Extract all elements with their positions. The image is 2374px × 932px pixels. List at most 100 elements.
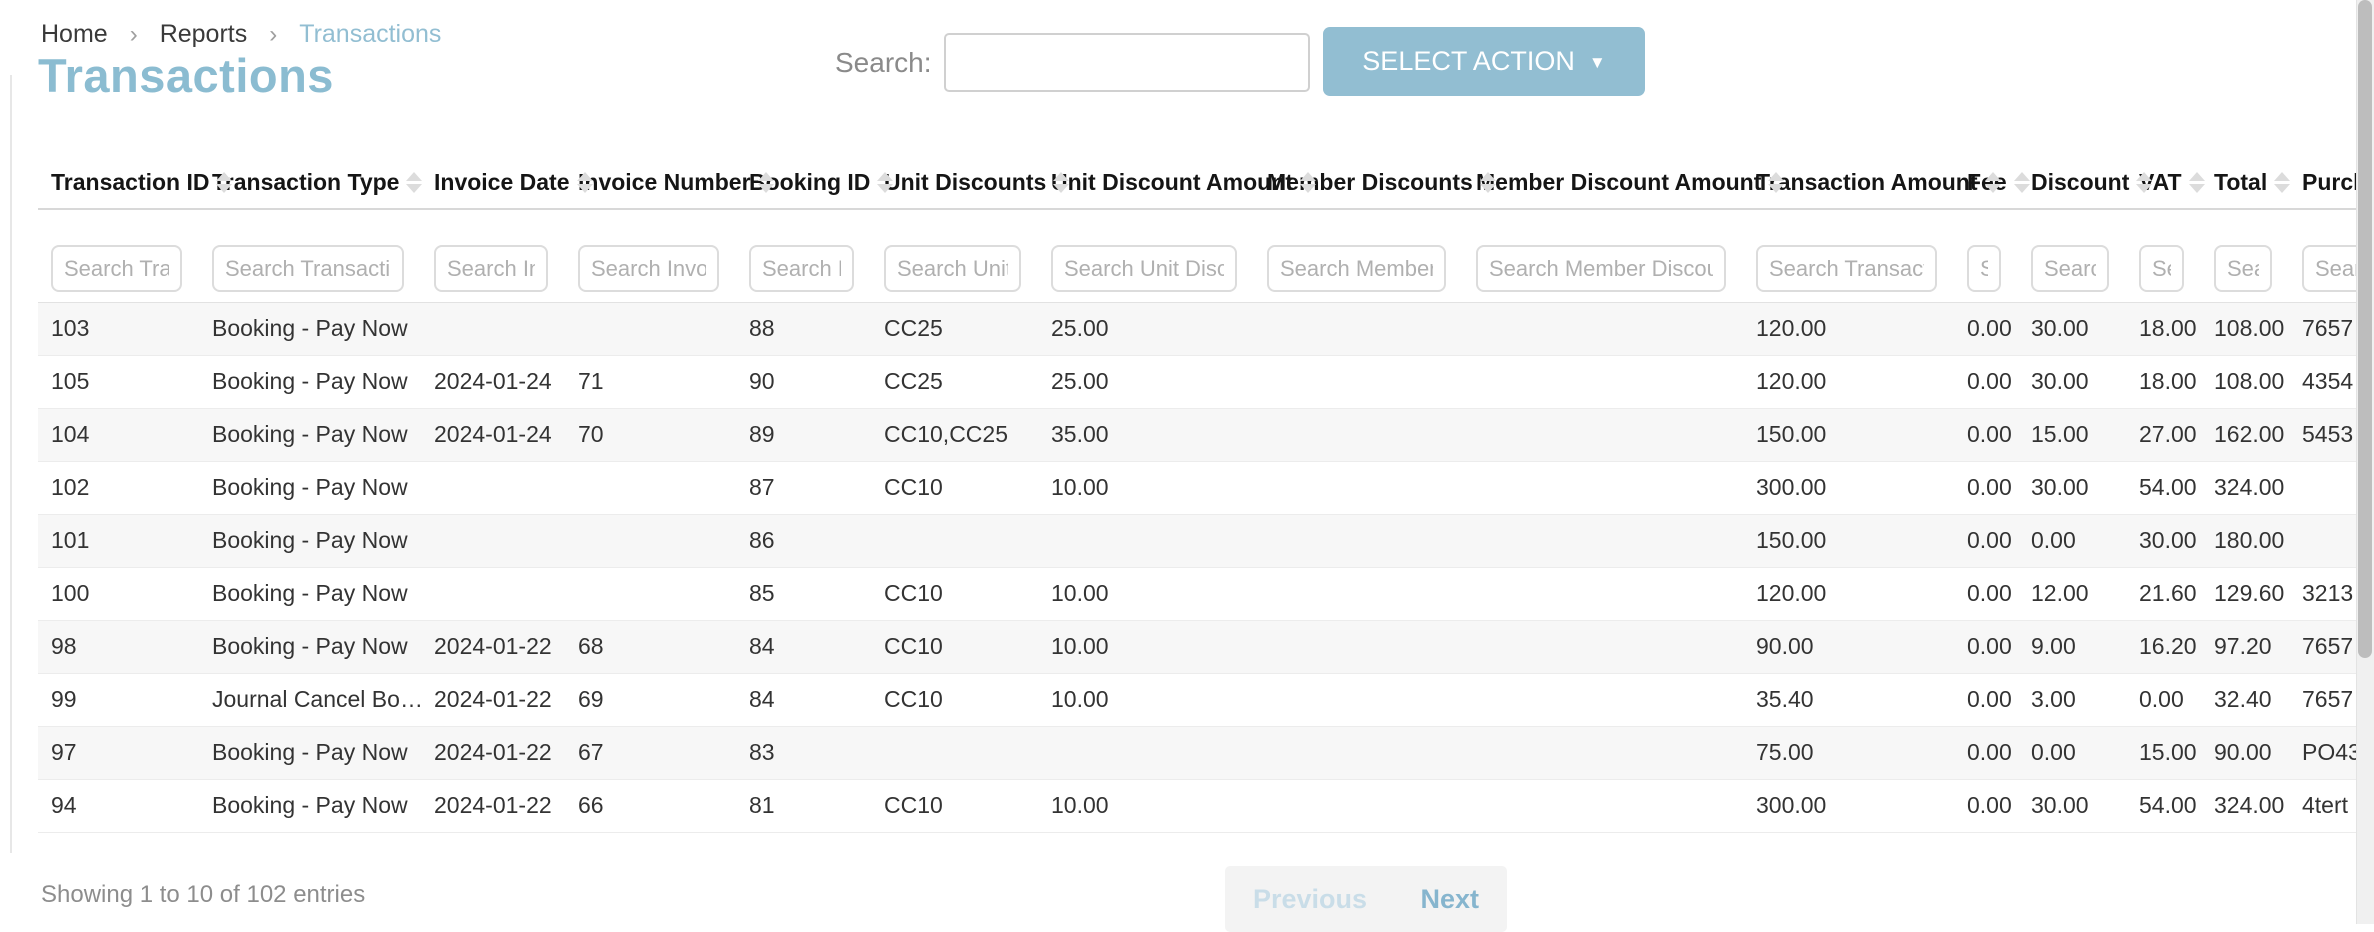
table-cell: 18.00 [2139,355,2214,408]
table-cell: 67 [578,726,749,779]
column-header-label: Unit Discount Amount [1051,169,1293,195]
table-cell: 120.00 [1756,567,1967,620]
filter-input-member-discount-amount[interactable] [1476,245,1726,292]
column-header-transaction-id[interactable]: Transaction ID [38,156,212,209]
table-row[interactable]: 98Booking - Pay Now2024-01-226884CC1010.… [38,620,2356,673]
table-cell: CC10 [884,620,1051,673]
table-cell: 129.60 [2214,567,2302,620]
filter-input-discount[interactable] [2031,245,2109,292]
search-input[interactable] [944,33,1310,92]
table-cell: 54.00 [2139,779,2214,832]
breadcrumb-home[interactable]: Home [41,20,108,49]
column-header-label: Transaction Type [212,169,399,195]
table-cell: 4354 [2302,355,2356,408]
table-cell: 21.60 [2139,567,2214,620]
vertical-scrollbar-thumb[interactable] [2358,0,2372,658]
filter-input-unit-discount-amount[interactable] [1051,245,1237,292]
column-header-invoice-number[interactable]: Invoice Number [578,156,749,209]
table-cell [578,567,749,620]
table-cell: 83 [749,726,884,779]
table-cell [1476,620,1756,673]
filter-input-member-discounts[interactable] [1267,245,1446,292]
column-header-transaction-type[interactable]: Transaction Type [212,156,434,209]
breadcrumb-separator-icon: › [130,21,138,49]
table-cell [1267,567,1476,620]
filter-input-transaction-id[interactable] [51,245,182,292]
table-cell: CC10,CC25 [884,408,1051,461]
column-header-invoice-date[interactable]: Invoice Date [434,156,578,209]
filter-cell [2139,209,2214,302]
table-row[interactable]: 97Booking - Pay Now2024-01-22678375.000.… [38,726,2356,779]
table-row[interactable]: 101Booking - Pay Now86150.000.000.0030.0… [38,514,2356,567]
table-cell: 5453 [2302,408,2356,461]
filter-input-invoice-date[interactable] [434,245,548,292]
column-header-member-discount-amount[interactable]: Member Discount Amount [1476,156,1756,209]
column-header-total[interactable]: Total [2214,156,2302,209]
sort-icon [1480,172,1497,193]
filter-input-invoice-number[interactable] [578,245,719,292]
table-row[interactable]: 105Booking - Pay Now2024-01-247190CC2525… [38,355,2356,408]
table-cell: 98 [38,620,212,673]
table-cell: 70 [578,408,749,461]
table-cell: Booking - Pay Now [212,567,434,620]
column-header-discount[interactable]: Discount [2031,156,2139,209]
table-cell [578,302,749,355]
table-row[interactable]: 102Booking - Pay Now87CC1010.00300.000.0… [38,461,2356,514]
column-header-purchase[interactable]: Purchase [2302,156,2356,209]
column-header-transaction-amount[interactable]: Transaction Amount [1756,156,1967,209]
table-cell: 3213 [2302,567,2356,620]
sort-icon [406,172,423,193]
filter-input-fee[interactable] [1967,245,2001,292]
breadcrumb-transactions[interactable]: Transactions [299,20,441,49]
filter-cell [749,209,884,302]
filter-input-purchase[interactable] [2302,245,2356,292]
select-action-button[interactable]: SELECT ACTION ▼ [1323,27,1645,96]
table-cell: 71 [578,355,749,408]
filter-input-vat[interactable] [2139,245,2184,292]
column-header-member-discounts[interactable]: Member Discounts [1267,156,1476,209]
table-row[interactable]: 100Booking - Pay Now85CC1010.00120.000.0… [38,567,2356,620]
filter-input-transaction-amount[interactable] [1756,245,1937,292]
table-cell [1476,461,1756,514]
filter-input-unit-discounts[interactable] [884,245,1021,292]
previous-page-button[interactable]: Previous [1253,884,1367,915]
table-cell [434,461,578,514]
filter-cell [884,209,1051,302]
table-cell: 102 [38,461,212,514]
table-cell: 27.00 [2139,408,2214,461]
table-cell: 9.00 [2031,620,2139,673]
filter-input-booking-id[interactable] [749,245,854,292]
column-header-unit-discount-amount[interactable]: Unit Discount Amount [1051,156,1267,209]
entries-summary: Showing 1 to 10 of 102 entries [41,881,365,909]
column-header-label: Purchase [2302,169,2356,195]
table-cell: 4tert [2302,779,2356,832]
table-row[interactable]: 103Booking - Pay Now88CC2525.00120.000.0… [38,302,2356,355]
table-row[interactable]: 104Booking - Pay Now2024-01-247089CC10,C… [38,408,2356,461]
filter-cell [38,209,212,302]
table-row[interactable]: 94Booking - Pay Now2024-01-226681CC1010.… [38,779,2356,832]
filter-input-transaction-type[interactable] [212,245,404,292]
filter-cell [434,209,578,302]
filter-input-total[interactable] [2214,245,2272,292]
table-cell: 2024-01-22 [434,779,578,832]
table-cell: 89 [749,408,884,461]
table-filter-row [38,209,2356,302]
table-cell: 2024-01-22 [434,620,578,673]
filter-cell [2214,209,2302,302]
table-cell: 0.00 [1967,355,2031,408]
table-cell: Booking - Pay Now [212,408,434,461]
table-cell: 16.20 [2139,620,2214,673]
next-page-button[interactable]: Next [1420,884,1479,915]
table-cell: 25.00 [1051,302,1267,355]
table-cell: 0.00 [1967,302,2031,355]
table-cell: 86 [749,514,884,567]
breadcrumb-reports[interactable]: Reports [160,20,248,49]
table-cell: 324.00 [2214,779,2302,832]
table-cell: 35.00 [1051,408,1267,461]
column-header-unit-discounts[interactable]: Unit Discounts [884,156,1051,209]
table-cell: CC10 [884,567,1051,620]
table-cell [1267,620,1476,673]
table-row[interactable]: 99Journal Cancel Bo…2024-01-226984CC1010… [38,673,2356,726]
table-cell: 81 [749,779,884,832]
table-cell: 7657 [2302,673,2356,726]
